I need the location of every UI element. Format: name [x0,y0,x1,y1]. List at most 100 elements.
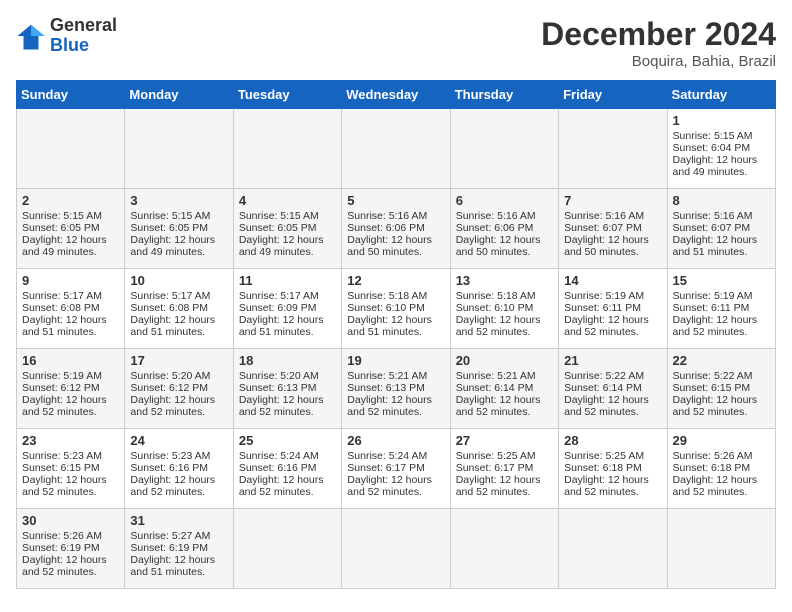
daylight-label: Daylight: 12 hours and 52 minutes. [22,394,107,418]
calendar-week-row: 30Sunrise: 5:26 AMSunset: 6:19 PMDayligh… [17,509,776,589]
day-number: 4 [239,193,336,208]
day-number: 13 [456,273,553,288]
calendar-cell: 3Sunrise: 5:15 AMSunset: 6:05 PMDaylight… [125,189,233,269]
sunrise-label: Sunrise: 5:20 AM [239,370,319,382]
day-number: 5 [347,193,444,208]
sunset-label: Sunset: 6:13 PM [239,382,317,394]
daylight-label: Daylight: 12 hours and 50 minutes. [456,234,541,258]
sunset-label: Sunset: 6:07 PM [673,222,751,234]
calendar-cell: 7Sunrise: 5:16 AMSunset: 6:07 PMDaylight… [559,189,667,269]
sunset-label: Sunset: 6:04 PM [673,142,751,154]
calendar-cell: 5Sunrise: 5:16 AMSunset: 6:06 PMDaylight… [342,189,450,269]
sunset-label: Sunset: 6:12 PM [130,382,208,394]
daylight-label: Daylight: 12 hours and 51 minutes. [22,314,107,338]
day-number: 6 [456,193,553,208]
day-number: 28 [564,433,661,448]
sunset-label: Sunset: 6:19 PM [22,542,100,554]
daylight-label: Daylight: 12 hours and 52 minutes. [239,474,324,498]
day-number: 27 [456,433,553,448]
sunrise-label: Sunrise: 5:18 AM [456,290,536,302]
sunrise-label: Sunrise: 5:18 AM [347,290,427,302]
daylight-label: Daylight: 12 hours and 52 minutes. [130,474,215,498]
sunrise-label: Sunrise: 5:27 AM [130,530,210,542]
logo-general: General [50,16,117,36]
day-number: 29 [673,433,770,448]
calendar-cell: 28Sunrise: 5:25 AMSunset: 6:18 PMDayligh… [559,429,667,509]
day-number: 12 [347,273,444,288]
calendar-cell: 18 Sunrise: 5:20 AMSunset: 6:13 PMDayligh… [233,349,341,429]
calendar-cell [233,509,341,589]
day-number: 14 [564,273,661,288]
calendar-cell: 12 Sunrise: 5:18 AMSunset: 6:10 PMDayligh… [342,269,450,349]
sunrise-label: Sunrise: 5:16 AM [347,210,427,222]
sunset-label: Sunset: 6:10 PM [347,302,425,314]
page-header: General Blue December 2024 Boquira, Bahi… [16,16,776,70]
calendar-cell [450,109,558,189]
calendar-cell: 21Sunrise: 5:22 AMSunset: 6:14 PMDayligh… [559,349,667,429]
daylight-label: Daylight: 12 hours and 52 minutes. [239,394,324,418]
calendar-cell: 25Sunrise: 5:24 AMSunset: 6:16 PMDayligh… [233,429,341,509]
calendar-cell: 24Sunrise: 5:23 AMSunset: 6:16 PMDayligh… [125,429,233,509]
calendar-cell: 1Sunrise: 5:15 AMSunset: 6:04 PMDaylight… [667,109,775,189]
calendar-cell: 22Sunrise: 5:22 AMSunset: 6:15 PMDayligh… [667,349,775,429]
day-number: 22 [673,353,770,368]
sunset-label: Sunset: 6:08 PM [130,302,208,314]
day-number: 26 [347,433,444,448]
daylight-label: Daylight: 12 hours and 52 minutes. [673,474,758,498]
sunrise-label: Sunrise: 5:21 AM [456,370,536,382]
daylight-label: Daylight: 12 hours and 52 minutes. [673,314,758,338]
sunset-label: Sunset: 6:06 PM [456,222,534,234]
daylight-label: Daylight: 12 hours and 52 minutes. [456,394,541,418]
daylight-label: Daylight: 12 hours and 49 minutes. [239,234,324,258]
daylight-label: Daylight: 12 hours and 52 minutes. [564,314,649,338]
calendar-cell: 23Sunrise: 5:23 AMSunset: 6:15 PMDayligh… [17,429,125,509]
daylight-label: Daylight: 12 hours and 51 minutes. [239,314,324,338]
location: Boquira, Bahia, Brazil [541,53,776,70]
sunset-label: Sunset: 6:19 PM [130,542,208,554]
day-number: 18 [239,353,336,368]
calendar-cell: 27Sunrise: 5:25 AMSunset: 6:17 PMDayligh… [450,429,558,509]
sunrise-label: Sunrise: 5:20 AM [130,370,210,382]
daylight-label: Daylight: 12 hours and 52 minutes. [456,474,541,498]
daylight-label: Daylight: 12 hours and 49 minutes. [673,154,758,178]
calendar-cell [559,109,667,189]
calendar-week-row: 2Sunrise: 5:15 AMSunset: 6:05 PMDaylight… [17,189,776,269]
day-number: 10 [130,273,227,288]
sunset-label: Sunset: 6:12 PM [22,382,100,394]
sunrise-label: Sunrise: 5:15 AM [673,130,753,142]
daylight-label: Daylight: 12 hours and 51 minutes. [347,314,432,338]
calendar-table: SundayMondayTuesdayWednesdayThursdayFrid… [16,80,776,589]
daylight-label: Daylight: 12 hours and 52 minutes. [347,474,432,498]
daylight-label: Daylight: 12 hours and 52 minutes. [22,474,107,498]
day-number: 17 [130,353,227,368]
day-number: 8 [673,193,770,208]
day-number: 2 [22,193,119,208]
sunset-label: Sunset: 6:15 PM [22,462,100,474]
calendar-cell [667,509,775,589]
column-header-sunday: Sunday [17,81,125,109]
day-number: 19 [347,353,444,368]
sunrise-label: Sunrise: 5:24 AM [347,450,427,462]
day-number: 11 [239,273,336,288]
daylight-label: Daylight: 12 hours and 51 minutes. [130,314,215,338]
sunset-label: Sunset: 6:14 PM [456,382,534,394]
calendar-cell [233,109,341,189]
day-number: 7 [564,193,661,208]
sunrise-label: Sunrise: 5:19 AM [673,290,753,302]
day-number: 20 [456,353,553,368]
sunset-label: Sunset: 6:16 PM [239,462,317,474]
daylight-label: Daylight: 12 hours and 49 minutes. [130,234,215,258]
sunset-label: Sunset: 6:17 PM [456,462,534,474]
sunrise-label: Sunrise: 5:19 AM [22,370,102,382]
sunset-label: Sunset: 6:05 PM [22,222,100,234]
sunset-label: Sunset: 6:05 PM [130,222,208,234]
sunrise-label: Sunrise: 5:25 AM [564,450,644,462]
calendar-cell: 26Sunrise: 5:24 AMSunset: 6:17 PMDayligh… [342,429,450,509]
calendar-cell: 6Sunrise: 5:16 AMSunset: 6:06 PMDaylight… [450,189,558,269]
day-number: 31 [130,513,227,528]
sunset-label: Sunset: 6:09 PM [239,302,317,314]
sunrise-label: Sunrise: 5:21 AM [347,370,427,382]
sunset-label: Sunset: 6:07 PM [564,222,642,234]
sunset-label: Sunset: 6:11 PM [673,302,750,314]
daylight-label: Daylight: 12 hours and 52 minutes. [22,554,107,578]
